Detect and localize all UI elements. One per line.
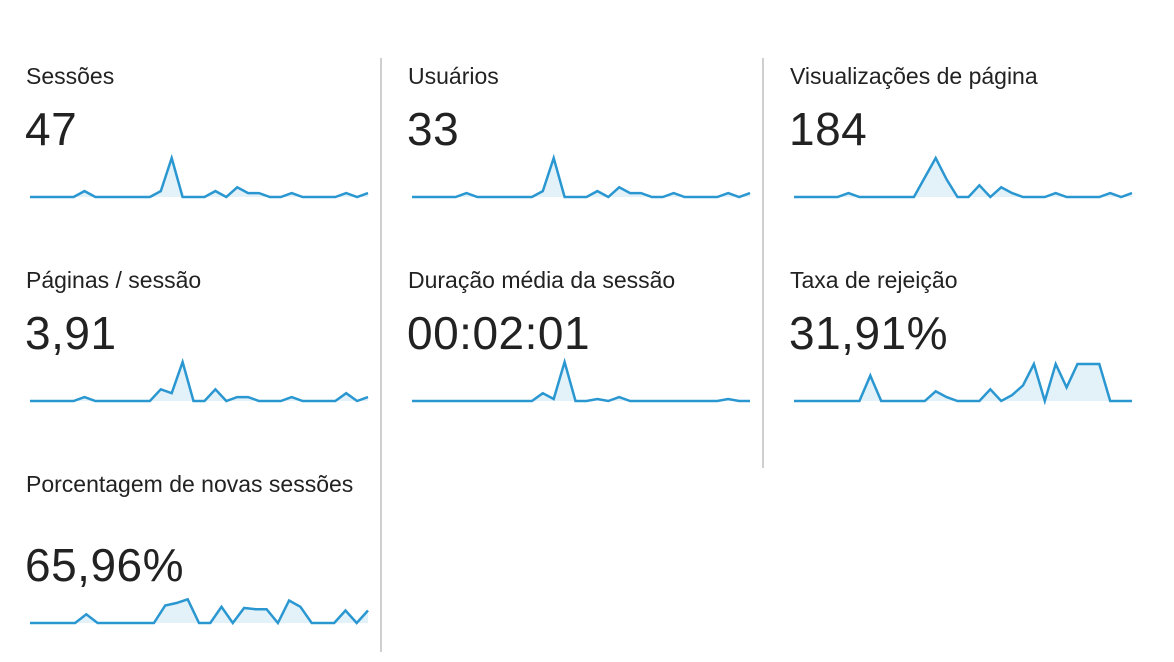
- metric-value: 65,96%: [25, 539, 185, 591]
- sparkline-area: [30, 362, 368, 401]
- metric-value: 3,91: [25, 307, 117, 359]
- metric-new-sessions-percent[interactable]: Porcentagem de novas sessões 65,96%: [0, 466, 382, 652]
- sparkline-area: [794, 158, 1132, 197]
- new-sessions-sparkline: [30, 597, 369, 626]
- metric-label: Usuários: [408, 63, 499, 89]
- metric-pageviews[interactable]: Visualizações de página 184: [764, 58, 1146, 264]
- users-sparkline: [412, 153, 751, 199]
- pageviews-sparkline: [794, 155, 1133, 199]
- metric-pages-per-session[interactable]: Páginas / sessão 3,91: [0, 262, 382, 468]
- avg-session-duration-sparkline: [412, 357, 750, 403]
- metric-label: Sessões: [26, 63, 115, 89]
- metric-bounce-rate[interactable]: Taxa de rejeição 31,91%: [764, 262, 1146, 468]
- metric-users[interactable]: Usuários 33: [382, 58, 764, 264]
- sparkline-line: [412, 357, 750, 403]
- metric-value: 33: [407, 103, 460, 155]
- metric-label: Taxa de rejeição: [790, 267, 958, 293]
- pages-per-session-sparkline: [30, 357, 369, 403]
- metric-avg-session-duration[interactable]: Duração média da sessão 00:02:01: [382, 262, 764, 468]
- metric-label: Páginas / sessão: [26, 267, 202, 293]
- sparkline-area: [30, 158, 368, 197]
- sparkline-area: [412, 362, 750, 401]
- metric-value: 31,91%: [789, 307, 949, 359]
- metric-sessions[interactable]: Sessões 47: [0, 58, 382, 264]
- bounce-rate-sparkline: [794, 360, 1132, 406]
- metric-label: Duração média da sessão: [408, 267, 676, 293]
- sparkline-line: [30, 597, 369, 626]
- sparkline-line: [794, 155, 1133, 199]
- column-divider: [380, 466, 382, 652]
- metric-value: 47: [25, 103, 78, 155]
- metric-value: 184: [789, 103, 868, 155]
- metric-label: Visualizações de página: [790, 63, 1038, 89]
- sessions-sparkline: [30, 153, 369, 199]
- metric-value: 00:02:01: [407, 307, 591, 359]
- sparkline-area: [794, 364, 1132, 401]
- sparkline-line: [30, 153, 369, 199]
- sparkline-line: [412, 153, 751, 199]
- metric-label: Porcentagem de novas sessões: [26, 471, 354, 497]
- sparkline-area: [412, 158, 750, 197]
- sparkline-line: [30, 357, 369, 403]
